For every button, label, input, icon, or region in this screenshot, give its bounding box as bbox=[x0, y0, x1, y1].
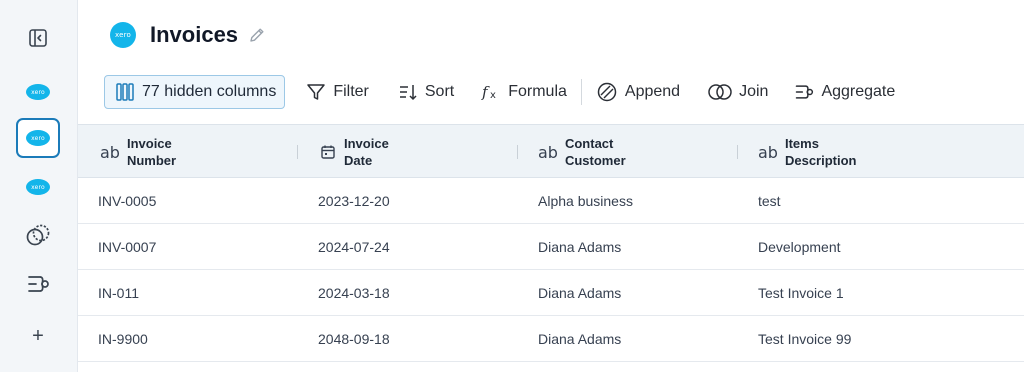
sidebar: xero xero xero + bbox=[0, 0, 78, 372]
cell-invoice-date[interactable]: 2024-03-18 bbox=[318, 270, 390, 316]
table-header: ab Invoice Number Invoice Date ab Contac… bbox=[78, 124, 1024, 178]
page-header: xero Invoices bbox=[110, 20, 266, 50]
column-header-line: Number bbox=[126, 153, 177, 168]
text-type-icon: ab bbox=[100, 142, 120, 162]
sort-button[interactable]: Sort bbox=[398, 75, 454, 109]
formula-label: Formula bbox=[508, 83, 567, 100]
xero-logo-icon: xero bbox=[26, 179, 50, 195]
cell-invoice-date[interactable]: 2048-09-18 bbox=[318, 316, 390, 362]
column-header-line: Invoice bbox=[126, 136, 172, 151]
columns-icon bbox=[116, 83, 134, 101]
column-header-line: Items bbox=[784, 136, 819, 151]
column-header-line: Invoice bbox=[344, 136, 389, 151]
aggregate-label: Aggregate bbox=[821, 83, 896, 100]
pencil-icon bbox=[250, 28, 264, 42]
append-label: Append bbox=[624, 83, 681, 100]
table-row[interactable]: IN-9900 2048-09-18 Diana Adams Test Invo… bbox=[78, 316, 1024, 362]
join-icon bbox=[26, 224, 50, 246]
formula-icon: f x bbox=[481, 83, 496, 101]
xero-logo-icon: xero bbox=[110, 22, 136, 48]
hidden-columns-label: 77 hidden columns bbox=[142, 83, 277, 100]
sidebar-toggle-button[interactable] bbox=[16, 18, 60, 58]
cell-contact-customer[interactable]: Diana Adams bbox=[538, 316, 621, 362]
append-icon bbox=[597, 82, 617, 102]
aggregate-icon bbox=[796, 85, 814, 99]
hidden-columns-button[interactable]: 77 hidden columns bbox=[104, 75, 286, 109]
cell-items-description[interactable]: Test Invoice 1 bbox=[758, 270, 844, 316]
table-row[interactable]: IN-011 2024-03-18 Diana Adams Test Invoi… bbox=[78, 270, 1024, 316]
sidebar-item-xero-1[interactable]: xero bbox=[16, 72, 60, 112]
column-divider[interactable] bbox=[517, 145, 518, 159]
cell-items-description[interactable]: Development bbox=[758, 224, 841, 270]
filter-label: Filter bbox=[333, 83, 369, 100]
cell-invoice-date[interactable]: 2024-07-24 bbox=[318, 224, 390, 270]
sidebar-item-xero-3[interactable]: xero bbox=[16, 167, 60, 207]
sidebar-item-join[interactable] bbox=[16, 215, 60, 255]
sidebar-toggle-icon bbox=[29, 29, 47, 47]
column-header-line: Customer bbox=[564, 153, 626, 168]
calendar-icon bbox=[321, 145, 335, 159]
column-divider[interactable] bbox=[737, 145, 738, 159]
sort-icon bbox=[399, 85, 417, 101]
toolbar-divider bbox=[580, 79, 582, 105]
column-header-line: Date bbox=[344, 153, 373, 168]
column-header-line: Description bbox=[784, 153, 857, 168]
text-type-icon: ab bbox=[758, 142, 778, 162]
filter-button[interactable]: Filter bbox=[306, 75, 369, 109]
text-type-icon: ab bbox=[538, 142, 558, 162]
column-header-contact-customer[interactable]: ab Contact Customer bbox=[538, 125, 626, 179]
cell-contact-customer[interactable]: Diana Adams bbox=[538, 224, 621, 270]
edit-title-button[interactable] bbox=[248, 26, 266, 44]
cell-items-description[interactable]: Test Invoice 99 bbox=[758, 316, 851, 362]
join-button[interactable]: Join bbox=[708, 75, 768, 109]
column-header-items-description[interactable]: ab Items Description bbox=[758, 125, 856, 179]
toolbar: 77 hidden columns Filter Sort f x Formul… bbox=[104, 75, 895, 109]
svg-text:x: x bbox=[490, 90, 496, 101]
join-icon bbox=[708, 84, 732, 100]
cell-invoice-number[interactable]: INV-0005 bbox=[98, 178, 156, 224]
cell-invoice-number[interactable]: IN-9900 bbox=[98, 316, 148, 362]
column-header-line: Contact bbox=[564, 136, 614, 151]
append-button[interactable]: Append bbox=[596, 75, 680, 109]
cell-contact-customer[interactable]: Diana Adams bbox=[538, 270, 621, 316]
join-label: Join bbox=[739, 83, 769, 100]
table-row[interactable]: INV-0007 2024-07-24 Diana Adams Developm… bbox=[78, 224, 1024, 270]
cell-invoice-number[interactable]: IN-011 bbox=[98, 270, 139, 316]
cell-invoice-number[interactable]: INV-0007 bbox=[98, 224, 156, 270]
sort-label: Sort bbox=[424, 83, 455, 100]
sidebar-item-xero-2[interactable]: xero bbox=[16, 118, 60, 158]
plus-icon: + bbox=[32, 324, 44, 347]
page-title: Invoices bbox=[150, 22, 239, 47]
aggregate-icon bbox=[28, 276, 49, 292]
sidebar-add-button[interactable]: + bbox=[16, 316, 60, 356]
table-row[interactable]: INV-0005 2023-12-20 Alpha business test bbox=[78, 178, 1024, 224]
column-divider[interactable] bbox=[297, 145, 298, 159]
svg-text:f: f bbox=[481, 83, 490, 101]
sidebar-item-aggregate[interactable] bbox=[16, 264, 60, 304]
cell-items-description[interactable]: test bbox=[758, 178, 781, 224]
column-header-invoice-date[interactable]: Invoice Date bbox=[320, 125, 389, 179]
column-header-invoice-number[interactable]: ab Invoice Number bbox=[100, 125, 176, 179]
data-table: ab Invoice Number Invoice Date ab Contac… bbox=[78, 124, 1024, 362]
formula-button[interactable]: f x Formula bbox=[481, 75, 567, 109]
filter-icon bbox=[307, 84, 326, 100]
cell-invoice-date[interactable]: 2023-12-20 bbox=[318, 178, 390, 224]
aggregate-button[interactable]: Aggregate bbox=[794, 75, 895, 109]
xero-logo-icon: xero bbox=[26, 130, 50, 146]
xero-logo-icon: xero bbox=[26, 84, 50, 100]
cell-contact-customer[interactable]: Alpha business bbox=[538, 178, 633, 224]
